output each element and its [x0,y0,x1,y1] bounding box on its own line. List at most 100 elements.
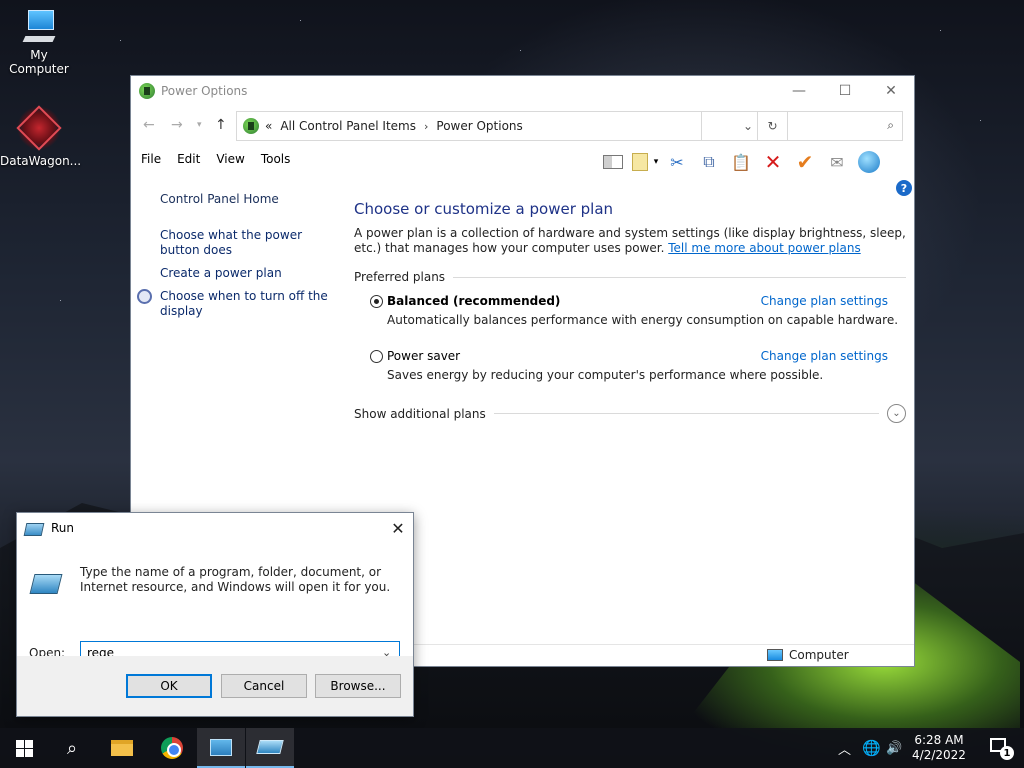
run-icon [25,521,43,535]
desktop-icon-label: My Computer [9,48,69,76]
mail-icon[interactable]: ✉ [821,150,853,174]
run-body: Type the name of a program, folder, docu… [17,543,413,665]
preferred-plans-header: Preferred plans [354,270,906,284]
start-button[interactable] [0,728,48,768]
create-power-plan-link[interactable]: Create a power plan [160,266,340,281]
change-plan-settings-balanced[interactable]: Change plan settings [761,294,888,308]
monitor-icon [767,649,783,661]
minimize-button[interactable]: — [776,76,822,106]
additional-plans-label: Show additional plans [354,406,486,421]
main-content: Choose or customize a power plan A power… [354,200,906,423]
run-description: Type the name of a program, folder, docu… [80,565,391,594]
desktop-icon-my-computer[interactable]: My Computer [0,10,78,76]
control-panel-home-link[interactable]: Control Panel Home [160,192,340,207]
run-title: Run [51,521,75,535]
action-center-button[interactable]: 1 [990,736,1014,760]
menu-edit[interactable]: Edit [177,152,200,166]
change-plan-settings-power-saver[interactable]: Change plan settings [761,349,888,363]
power-button-link[interactable]: Choose what the power button does [160,228,340,258]
divider [493,413,879,414]
copy-icon[interactable]: ⧉ [693,150,725,174]
clock-date: 4/2/2022 [912,748,966,762]
search-icon: ⌕ [887,118,894,132]
taskbar-run[interactable] [246,728,294,768]
globe-icon[interactable] [853,150,885,174]
breadcrumb-power-options[interactable]: Power Options [436,119,522,133]
check-icon[interactable]: ✔ [789,150,821,174]
turn-off-display-link[interactable]: Choose when to turn off the display [160,289,340,319]
page-title: Choose or customize a power plan [354,200,614,218]
run-program-icon [30,571,62,597]
page-description: A power plan is a collection of hardware… [354,226,906,256]
left-navigation-pane: Control Panel Home Choose what the power… [137,192,340,327]
control-panel-icon [243,118,259,134]
datawagon-shortcut-icon [17,106,61,150]
search-button[interactable]: ⌕ [48,728,96,768]
recent-chevron-icon[interactable]: ▾ [197,120,202,130]
taskbar: ⌕ ︿ 🌐 🔊 6:28 AM 4/2/2022 1 [0,728,1024,768]
properties-icon[interactable]: ▾ [629,150,661,174]
desktop-icon-datawagon[interactable]: DataWagon... [0,106,82,168]
cut-icon[interactable]: ✂ [661,150,693,174]
clock-time: 6:28 AM [914,733,964,747]
help-icon[interactable]: ? [896,180,912,196]
maximize-button[interactable]: ☐ [822,76,868,106]
ok-button[interactable]: OK [126,674,212,698]
back-icon[interactable]: ← [143,117,155,133]
run-button-bar: OK Cancel Browse... [17,656,413,716]
run-titlebar[interactable]: Run [17,513,413,543]
plan-description: Saves energy by reducing your computer's… [387,368,824,382]
window-title: Power Options [161,84,248,98]
search-input[interactable]: ⌕ [701,111,903,141]
divider [453,276,906,278]
paste-icon[interactable]: 📋 [725,150,757,174]
show-hidden-icons[interactable]: ︿ [838,728,851,768]
taskbar-file-explorer[interactable] [98,728,146,768]
cancel-button[interactable]: Cancel [221,674,307,698]
desktop-icon-label: DataWagon... [0,154,82,168]
notification-count: 1 [1000,746,1014,760]
forward-icon[interactable]: → [171,117,183,133]
plan-balanced: Balanced (recommended) Automatically bal… [354,294,906,327]
menu-bar: File Edit View Tools [141,152,290,166]
close-button[interactable]: ✕ [868,76,914,106]
volume-icon[interactable]: 🔊 [886,728,902,768]
status-computer: Computer [767,648,849,662]
plan-power-saver: Power saver Saves energy by reducing you… [354,349,906,382]
preview-pane-icon[interactable] [597,150,629,174]
toolbar: ▾ ✂ ⧉ 📋 ✕ ✔ ✉ [597,150,885,174]
preferred-plans-label: Preferred plans [354,270,446,284]
delete-icon[interactable]: ✕ [757,150,789,174]
up-icon[interactable]: ↑ [215,117,227,133]
search-icon: ⌕ [66,737,78,759]
windows-logo-icon [15,739,33,757]
control-panel-icon [139,83,155,99]
expand-chevron-icon[interactable]: ⌄ [887,404,906,423]
clock[interactable]: 6:28 AM 4/2/2022 [904,733,974,763]
taskbar-control-panel[interactable] [197,728,245,768]
run-close-button[interactable]: ✕ [383,513,413,543]
plan-balanced-radio[interactable] [370,295,383,308]
control-panel-icon [210,738,232,756]
computer-icon [22,10,56,44]
menu-view[interactable]: View [216,152,244,166]
folder-icon [111,740,133,756]
network-icon[interactable]: 🌐 [862,728,881,768]
breadcrumb-all-items[interactable]: All Control Panel Items [280,119,416,133]
run-icon [256,740,284,754]
browse-button[interactable]: Browse... [315,674,401,698]
address-row: ← → ▾ ↑ « All Control Panel Items › Powe… [131,111,914,141]
display-clock-icon [137,289,152,304]
taskbar-chrome[interactable] [148,728,196,768]
show-additional-plans[interactable]: Show additional plans ⌄ [354,404,906,423]
menu-tools[interactable]: Tools [261,152,291,166]
plan-power-saver-radio[interactable] [370,350,383,363]
plan-description: Automatically balances performance with … [387,313,899,327]
learn-more-link[interactable]: Tell me more about power plans [668,241,860,255]
breadcrumb-chevron-icon[interactable]: › [424,120,428,133]
status-computer-label: Computer [789,648,849,662]
address-overflow[interactable]: « [265,119,272,133]
run-dialog: Run ✕ Type the name of a program, folder… [16,512,414,717]
chrome-icon [161,737,183,759]
menu-file[interactable]: File [141,152,161,166]
